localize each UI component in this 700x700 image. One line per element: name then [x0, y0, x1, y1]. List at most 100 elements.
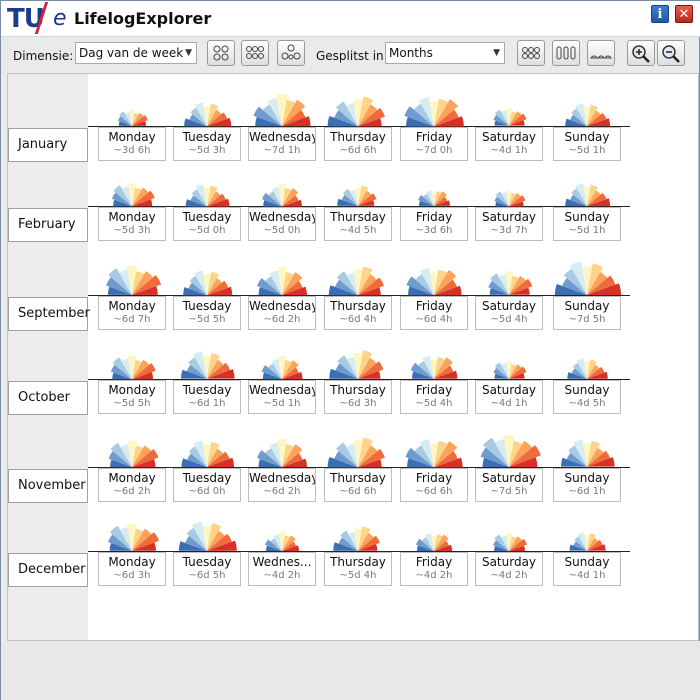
- day-label-box: Friday ~5d 4h: [400, 380, 468, 414]
- day-label-box: Tuesday ~6d 0h: [173, 468, 241, 502]
- day-fan-chart: [493, 361, 527, 380]
- day-duration: ~6d 6h: [415, 486, 453, 497]
- day-fan-chart: [554, 261, 621, 295]
- row-label-october: October: [8, 381, 88, 415]
- toolbar: Dimensie: Dag van de week ▼ Gesplitst in…: [5, 37, 697, 73]
- day-duration: ~7d 5h: [490, 486, 528, 497]
- day-fan-chart: [488, 271, 533, 296]
- zoom-out-icon: [662, 45, 680, 63]
- view-bars-button[interactable]: [552, 40, 580, 66]
- day-label-box: Friday ~3d 6h: [400, 207, 468, 241]
- day-name: Tuesday: [182, 130, 232, 144]
- day-fan-chart: [183, 270, 233, 295]
- day-label-box: Thursday ~6d 3h: [324, 380, 392, 414]
- day-name: Monday: [108, 299, 156, 313]
- day-name: Wednesday: [249, 210, 315, 224]
- day-duration: ~5d 5h: [188, 314, 226, 325]
- day-label-box: Sunday ~4d 1h: [553, 552, 621, 586]
- day-fan-chart: [185, 183, 230, 206]
- day-fan-chart: [180, 351, 235, 380]
- day-duration: ~5d 1h: [263, 398, 301, 409]
- day-fan-chart: [418, 190, 450, 207]
- day-fan-chart: [261, 355, 303, 380]
- day-label-box: Sunday ~4d 5h: [553, 380, 621, 414]
- day-name: Sunday: [564, 383, 610, 397]
- day-fan-chart: [257, 266, 307, 295]
- day-fan-chart: [567, 358, 608, 379]
- day-name: Friday: [415, 130, 453, 144]
- split-select[interactable]: Months ▼: [385, 42, 505, 64]
- bars-icon: [556, 46, 576, 60]
- day-duration: ~6d 2h: [263, 314, 301, 325]
- day-duration: ~3d 6h: [415, 225, 453, 236]
- day-label-box: Monday ~6d 3h: [98, 552, 166, 586]
- day-fan-chart: [329, 350, 384, 380]
- day-label-box: Thursday ~6d 6h: [324, 127, 392, 161]
- layout-grid-button[interactable]: [241, 40, 269, 66]
- title-bar: TU e LifelogExplorer i ✕: [1, 1, 700, 37]
- day-label-box: Tuesday ~5d 3h: [173, 127, 241, 161]
- day-label-box: Thursday ~4d 5h: [324, 207, 392, 241]
- day-fan-chart: [493, 532, 527, 551]
- status-bar: [1, 641, 700, 700]
- day-fan-chart: [494, 189, 526, 206]
- day-name: Thursday: [330, 555, 386, 569]
- view-fans-button[interactable]: [587, 40, 615, 66]
- day-duration: ~4d 5h: [568, 398, 606, 409]
- day-label-box: Wednesday ~6d 2h: [248, 296, 316, 330]
- day-duration: ~6d 6h: [339, 145, 377, 156]
- day-duration: ~6d 2h: [263, 486, 301, 497]
- day-label-box: Friday ~4d 2h: [400, 552, 468, 586]
- info-button[interactable]: i: [651, 5, 669, 23]
- day-duration: ~6d 1h: [568, 486, 606, 497]
- day-fan-chart: [328, 266, 384, 296]
- day-fan-chart: [565, 183, 611, 207]
- zoom-in-button[interactable]: [627, 40, 655, 66]
- day-name: Wednesday: [249, 299, 315, 313]
- day-name: Saturday: [481, 555, 537, 569]
- day-duration: ~6d 3h: [339, 398, 377, 409]
- day-name: Sunday: [564, 130, 610, 144]
- logo-e-text: e: [53, 6, 67, 31]
- day-fan-chart: [405, 438, 463, 468]
- day-fan-chart: [184, 102, 232, 127]
- day-label-box: Monday ~3d 6h: [98, 127, 166, 161]
- day-name: Sunday: [564, 299, 610, 313]
- day-name: Thursday: [330, 471, 386, 485]
- dimension-select-value: Dag van de week: [79, 46, 184, 60]
- day-name: Thursday: [330, 299, 386, 313]
- day-duration: ~6d 4h: [415, 314, 453, 325]
- day-label-box: Friday ~7d 0h: [400, 127, 468, 161]
- day-label-box: Sunday ~7d 5h: [553, 296, 621, 330]
- day-duration: ~6d 5h: [188, 570, 226, 581]
- day-name: Monday: [108, 555, 156, 569]
- day-label-box: Monday ~5d 3h: [98, 207, 166, 241]
- day-label-box: Tuesday ~6d 5h: [173, 552, 241, 586]
- layout-circles-button[interactable]: [207, 40, 235, 66]
- day-duration: ~6d 3h: [113, 570, 151, 581]
- chevron-down-icon: ▼: [185, 48, 192, 58]
- layout-cluster-button[interactable]: [277, 40, 305, 66]
- circles-row-icon: [522, 47, 540, 59]
- day-name: Wednes...: [252, 555, 312, 569]
- day-name: Friday: [415, 210, 453, 224]
- day-name: Friday: [415, 555, 453, 569]
- dimension-select[interactable]: Dag van de week ▼: [75, 42, 197, 64]
- day-duration: ~5d 1h: [568, 145, 606, 156]
- app-title: LifelogExplorer: [74, 9, 212, 28]
- day-duration: ~7d 5h: [568, 314, 606, 325]
- row-label-february: February: [8, 208, 88, 242]
- day-fan-chart: [565, 103, 611, 127]
- day-duration: ~5d 5h: [113, 398, 151, 409]
- day-duration: ~5d 0h: [188, 225, 226, 236]
- day-duration: ~4d 2h: [263, 570, 301, 581]
- day-duration: ~6d 1h: [188, 398, 226, 409]
- cluster-circles-icon: [281, 44, 301, 60]
- close-button[interactable]: ✕: [675, 5, 693, 23]
- zoom-out-button[interactable]: [657, 40, 685, 66]
- view-circles-button[interactable]: [517, 40, 545, 66]
- zoom-in-icon: [632, 45, 650, 63]
- row-label-december: December: [8, 553, 88, 587]
- day-fan-chart: [257, 438, 307, 467]
- day-duration: ~5d 4h: [339, 570, 377, 581]
